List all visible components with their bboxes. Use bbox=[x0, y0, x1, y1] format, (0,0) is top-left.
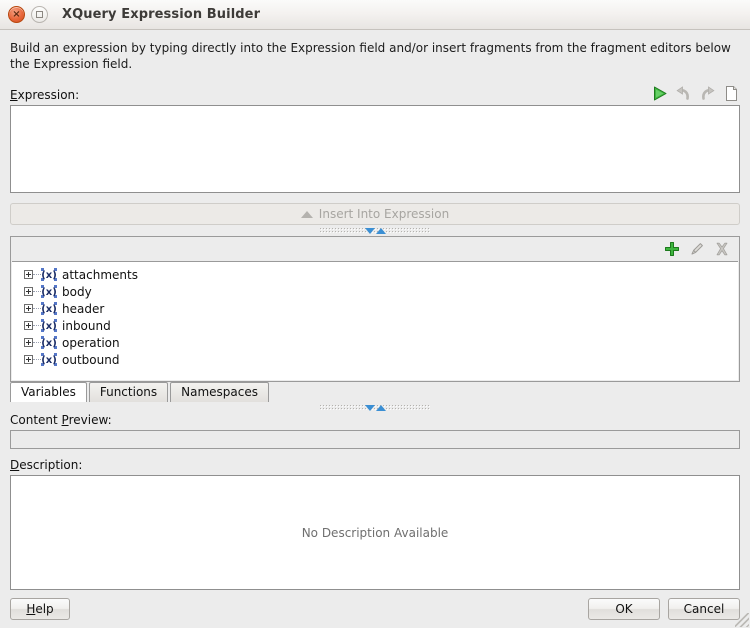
content-preview-label-mnemonic: P bbox=[61, 413, 69, 427]
window-title: XQuery Expression Builder bbox=[62, 7, 261, 22]
variable-icon: (x) bbox=[41, 268, 57, 281]
fragment-tree-panel: (x) attachments (x) body (x) header (x) … bbox=[10, 236, 740, 382]
fragment-editor-tabs: Variables Functions Namespaces bbox=[10, 381, 740, 402]
cancel-button[interactable]: Cancel bbox=[668, 598, 740, 620]
fragment-tree-toolbar bbox=[11, 237, 739, 261]
maximize-icon[interactable] bbox=[31, 6, 48, 23]
expression-label-mnemonic: E bbox=[10, 88, 18, 102]
expression-label-row: Expression: bbox=[10, 84, 740, 102]
expand-toggle-icon[interactable] bbox=[24, 321, 33, 330]
tree-connector bbox=[33, 341, 41, 344]
svg-text:(x): (x) bbox=[41, 270, 57, 281]
tree-connector bbox=[33, 273, 41, 276]
insert-into-expression-button[interactable]: Insert Into Expression bbox=[10, 203, 740, 225]
resize-grip-icon[interactable] bbox=[735, 613, 749, 627]
table-row[interactable]: (x) operation bbox=[12, 334, 738, 351]
splitter-lower-grip[interactable] bbox=[319, 404, 431, 411]
insert-into-expression-label: Insert Into Expression bbox=[318, 207, 450, 221]
expression-label: Expression: bbox=[10, 88, 79, 102]
splitter-collapse-down-icon[interactable] bbox=[364, 227, 375, 234]
splitter-collapse-up-icon[interactable] bbox=[375, 227, 386, 234]
footer-action-buttons: OK Cancel bbox=[588, 598, 740, 620]
add-icon[interactable] bbox=[664, 241, 681, 258]
delete-icon[interactable] bbox=[714, 241, 731, 258]
tree-item-label: body bbox=[62, 284, 92, 299]
expression-input[interactable] bbox=[10, 105, 740, 193]
expand-toggle-icon[interactable] bbox=[24, 287, 33, 296]
description-empty-text: No Description Available bbox=[301, 525, 449, 540]
splitter-upper-grip[interactable] bbox=[319, 227, 431, 234]
expand-toggle-icon[interactable] bbox=[24, 270, 33, 279]
tree-item-label: header bbox=[62, 301, 105, 316]
splitter-collapse-down-icon[interactable] bbox=[364, 404, 375, 411]
variable-icon: (x) bbox=[41, 336, 57, 349]
tab-functions[interactable]: Functions bbox=[88, 382, 169, 402]
expression-label-rest: xpression: bbox=[17, 88, 80, 102]
help-button-rest: elp bbox=[35, 602, 54, 616]
table-row[interactable]: (x) attachments bbox=[12, 266, 738, 283]
variable-icon: (x) bbox=[41, 302, 57, 315]
dialog-footer: Help OK Cancel bbox=[0, 590, 750, 628]
tree-item-label: operation bbox=[62, 335, 120, 350]
svg-text:(x): (x) bbox=[41, 321, 57, 332]
tab-namespaces[interactable]: Namespaces bbox=[170, 382, 269, 402]
tab-variables[interactable]: Variables bbox=[10, 382, 87, 402]
redo-icon[interactable] bbox=[699, 85, 716, 102]
new-document-icon[interactable] bbox=[723, 85, 740, 102]
variable-icon: (x) bbox=[41, 285, 57, 298]
tree-connector bbox=[33, 324, 41, 327]
tree-item-label: outbound bbox=[62, 352, 120, 367]
content-preview-label-post: review: bbox=[68, 413, 112, 427]
edit-pencil-icon[interactable] bbox=[689, 241, 706, 258]
help-button-mnemonic: H bbox=[26, 602, 36, 616]
expand-toggle-icon[interactable] bbox=[24, 338, 33, 347]
description-label-mnemonic: D bbox=[10, 458, 20, 472]
content-preview-label-pre: Content bbox=[10, 413, 62, 427]
tree-connector bbox=[33, 358, 41, 361]
close-icon[interactable]: × bbox=[8, 6, 25, 23]
description-label-post: escription: bbox=[19, 458, 83, 472]
svg-text:(x): (x) bbox=[41, 304, 57, 315]
tree-item-label: inbound bbox=[62, 318, 111, 333]
variable-icon: (x) bbox=[41, 353, 57, 366]
titlebar: × XQuery Expression Builder bbox=[0, 0, 750, 30]
intro-text: Build an expression by typing directly i… bbox=[10, 41, 731, 71]
expression-toolbar bbox=[651, 85, 740, 102]
tree-connector bbox=[33, 307, 41, 310]
svg-text:(x): (x) bbox=[41, 287, 57, 298]
splitter-collapse-up-icon[interactable] bbox=[375, 404, 386, 411]
undo-icon[interactable] bbox=[675, 85, 692, 102]
content-preview-label: Content Preview: bbox=[10, 413, 740, 427]
ok-button[interactable]: OK bbox=[588, 598, 660, 620]
run-icon[interactable] bbox=[651, 85, 668, 102]
description-panel: No Description Available bbox=[10, 475, 740, 590]
help-button[interactable]: Help bbox=[10, 598, 70, 620]
tree-item-label: attachments bbox=[62, 267, 138, 282]
svg-text:(x): (x) bbox=[41, 355, 57, 366]
svg-text:(x): (x) bbox=[41, 338, 57, 349]
splitter-upper[interactable] bbox=[10, 225, 740, 236]
dialog-body: Build an expression by typing directly i… bbox=[0, 30, 750, 590]
tree-connector bbox=[33, 290, 41, 293]
maximize-square bbox=[36, 11, 43, 18]
content-preview-field[interactable] bbox=[10, 430, 740, 449]
variable-icon: (x) bbox=[41, 319, 57, 332]
description-label: Description: bbox=[10, 458, 740, 472]
table-row[interactable]: (x) header bbox=[12, 300, 738, 317]
table-row[interactable]: (x) body bbox=[12, 283, 738, 300]
expand-toggle-icon[interactable] bbox=[24, 355, 33, 364]
close-glyph: × bbox=[12, 9, 21, 20]
fragment-tree[interactable]: (x) attachments (x) body (x) header (x) … bbox=[12, 261, 738, 380]
table-row[interactable]: (x) outbound bbox=[12, 351, 738, 368]
expand-toggle-icon[interactable] bbox=[24, 304, 33, 313]
splitter-lower[interactable] bbox=[10, 402, 740, 413]
table-row[interactable]: (x) inbound bbox=[12, 317, 738, 334]
chevron-up-icon bbox=[300, 210, 313, 218]
xquery-expression-builder-dialog: × XQuery Expression Builder Build an exp… bbox=[0, 0, 750, 628]
